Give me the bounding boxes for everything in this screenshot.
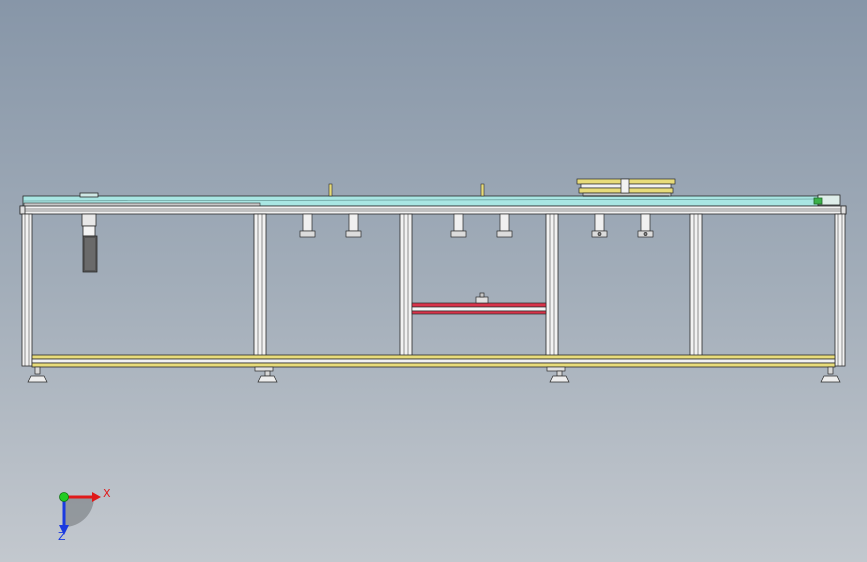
leveling-foot-1 bbox=[27, 366, 48, 383]
frame-post-5 bbox=[689, 213, 703, 357]
axis-triad bbox=[59, 492, 101, 535]
hanging-cylinder-1 bbox=[299, 213, 316, 238]
axis-z-label: Z bbox=[58, 530, 66, 543]
hanging-cylinder-2 bbox=[345, 213, 362, 238]
top-frame-beam bbox=[19, 205, 847, 215]
hanging-cylinder-5 bbox=[591, 213, 608, 238]
frame-post-4 bbox=[545, 213, 559, 357]
axis-x-label: X bbox=[103, 487, 111, 500]
hanging-cylinder-6 bbox=[637, 213, 654, 238]
frame-post-1 bbox=[21, 213, 33, 367]
leveling-foot-4 bbox=[820, 366, 841, 383]
hanging-cylinder-4 bbox=[496, 213, 513, 238]
base-rail bbox=[31, 354, 836, 368]
top-pin-2 bbox=[480, 183, 485, 197]
frame-post-3 bbox=[399, 213, 413, 357]
frame-post-2 bbox=[253, 213, 267, 357]
top-clamp-assembly bbox=[576, 178, 676, 197]
assembly-model[interactable] bbox=[0, 0, 867, 562]
cross-beam bbox=[411, 292, 547, 315]
top-pin-1 bbox=[328, 183, 333, 197]
frame-post-6 bbox=[834, 213, 846, 367]
left-hanging-actuator bbox=[81, 213, 98, 273]
x-axis-arrowhead bbox=[92, 492, 101, 502]
cad-viewport[interactable]: X Z bbox=[0, 0, 867, 562]
leveling-foot-2 bbox=[254, 366, 278, 383]
leveling-foot-3 bbox=[546, 366, 570, 383]
triad-plane-shadow bbox=[64, 497, 94, 527]
hanging-cylinder-3 bbox=[450, 213, 467, 238]
triad-origin bbox=[59, 492, 69, 502]
